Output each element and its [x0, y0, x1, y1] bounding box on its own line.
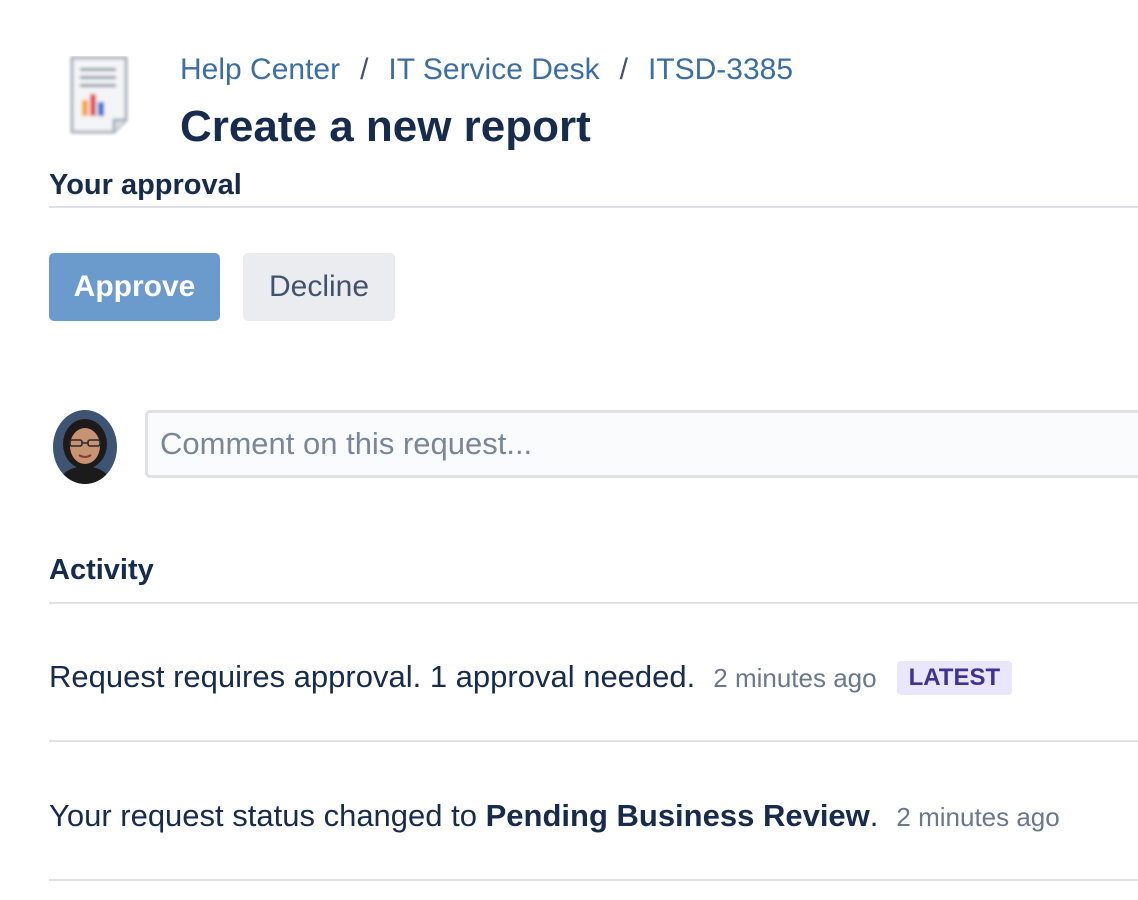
latest-badge: LATEST [896, 661, 1013, 695]
breadcrumb-separator: / [619, 53, 628, 86]
breadcrumb-it-service-desk[interactable]: IT Service Desk [388, 53, 599, 86]
divider [49, 206, 1138, 208]
report-document-icon [70, 56, 128, 134]
activity-timestamp: 2 minutes ago [713, 663, 877, 693]
comment-input[interactable] [145, 410, 1138, 478]
activity-text: Request requires approval. 1 approval ne… [49, 659, 696, 694]
activity-timestamp: 2 minutes ago [896, 802, 1060, 832]
breadcrumb: Help Center / IT Service Desk / ITSD-3385 [180, 52, 793, 88]
status-name: Pending Business Review [485, 798, 870, 833]
activity-text-suffix: . [869, 798, 879, 833]
activity-item: Your request status changed to Pending B… [49, 796, 1060, 837]
approve-button[interactable]: Approve [49, 253, 220, 321]
divider [49, 879, 1138, 881]
breadcrumb-separator: / [360, 53, 369, 86]
page: Help Center / IT Service Desk / ITSD-3385 Cr… [0, 0, 1138, 900]
user-avatar [53, 410, 117, 484]
divider [49, 602, 1138, 604]
divider [49, 740, 1138, 742]
approval-heading: Your approval [49, 169, 242, 201]
activity-text: Your request status changed to [49, 798, 486, 833]
breadcrumb-issue-key[interactable]: ITSD-3385 [648, 53, 793, 86]
page-title: Create a new report [180, 102, 591, 151]
activity-heading: Activity [49, 554, 154, 586]
breadcrumb-help-center[interactable]: Help Center [180, 53, 340, 86]
decline-button[interactable]: Decline [243, 253, 395, 321]
activity-item: Request requires approval. 1 approval ne… [49, 657, 1013, 698]
